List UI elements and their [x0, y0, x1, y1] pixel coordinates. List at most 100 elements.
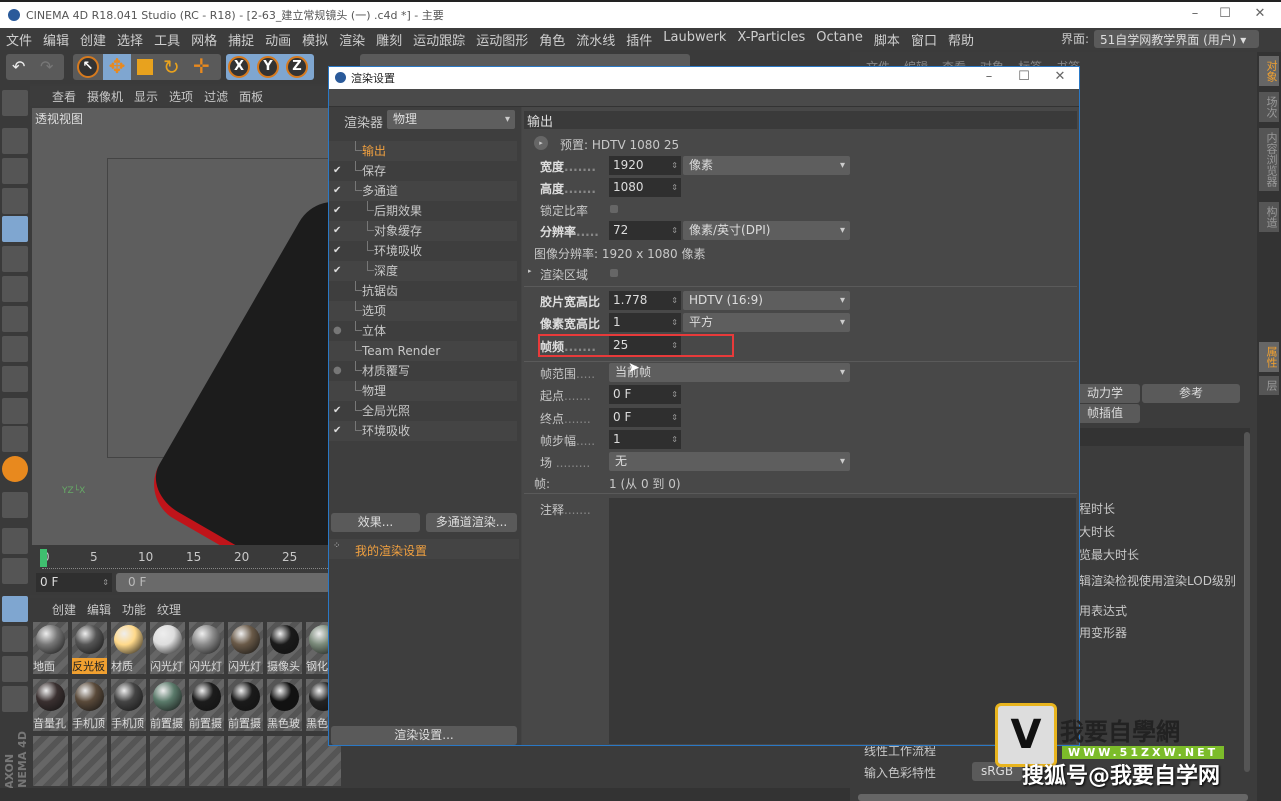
pixel-aspect-select[interactable]: 平方	[683, 313, 850, 332]
material-swatch[interactable]: 前置摄	[189, 679, 224, 731]
tree-item[interactable]: ✔ 全局光照	[329, 401, 517, 421]
material-object-icon[interactable]	[2, 656, 28, 682]
tab-frame-interpolation[interactable]: 帧插值	[1070, 404, 1140, 423]
tree-item[interactable]: ✔ 对象缓存	[329, 221, 517, 241]
menu-item[interactable]: 角色	[539, 30, 565, 49]
menu-item[interactable]: 文件	[6, 30, 32, 49]
axis-icon[interactable]	[2, 398, 28, 424]
material-menu-item[interactable]: 纹理	[157, 601, 181, 618]
polygons-mode-icon[interactable]	[2, 306, 28, 332]
snap-icon[interactable]	[2, 456, 28, 482]
texture-mode-icon[interactable]	[2, 158, 28, 184]
material-swatch[interactable]	[267, 736, 302, 786]
material-swatch[interactable]: 手机顶	[72, 679, 107, 731]
tree-item[interactable]: ✔ 环境吸收	[329, 421, 517, 441]
timeline[interactable]: 0510152025 0 F 0 F	[30, 545, 330, 595]
checkbox-empty[interactable]	[333, 306, 343, 316]
box-icon[interactable]	[2, 366, 28, 392]
current-frame-field[interactable]: 0 F	[36, 573, 112, 592]
cube-icon[interactable]	[2, 336, 28, 362]
menu-item[interactable]: 创建	[80, 30, 106, 49]
material-swatch[interactable]: 材质	[111, 622, 146, 674]
checkbox-empty[interactable]	[333, 346, 343, 356]
menu-item[interactable]: 渲染	[339, 30, 365, 49]
undo-icon[interactable]: ↶	[12, 57, 25, 76]
menu-item[interactable]: Octane	[816, 30, 863, 49]
film-aspect-field[interactable]: 1.778	[609, 291, 681, 310]
material-swatch[interactable]	[189, 736, 224, 786]
resolution-unit-select[interactable]: 像素/英寸(DPI)	[683, 221, 850, 240]
dialog-close-button[interactable]: ✕	[1045, 69, 1075, 84]
material-swatch[interactable]: 闪光灯	[150, 622, 185, 674]
tree-item[interactable]: ✔ 深度	[329, 261, 517, 281]
tab-dynamics[interactable]: 动力学	[1070, 384, 1140, 403]
menu-item[interactable]: 帮助	[948, 30, 974, 49]
material-swatch[interactable]: 闪光灯	[228, 622, 263, 674]
checkbox-icon[interactable]: ✔	[333, 166, 343, 176]
material-swatch[interactable]: 前置摄	[150, 679, 185, 731]
tree-item[interactable]: 物理	[329, 381, 517, 401]
checkbox-empty[interactable]	[333, 286, 343, 296]
live-select-icon[interactable]	[2, 188, 28, 214]
material-menu-item[interactable]: 创建	[52, 601, 76, 618]
menu-item[interactable]: 选择	[117, 30, 143, 49]
menu-item[interactable]: 运动图形	[476, 30, 528, 49]
rotate-tool-icon[interactable]: ↻	[163, 55, 180, 79]
menu-item[interactable]: Laubwerk	[663, 30, 726, 49]
material-menu-item[interactable]: 功能	[122, 601, 146, 618]
start-frame-field[interactable]: 0 F	[609, 385, 681, 404]
tree-item[interactable]: ● 材质覆写	[329, 361, 517, 381]
fps-field[interactable]: 25	[609, 336, 681, 355]
material-add-icon[interactable]	[2, 626, 28, 652]
preset-item[interactable]: ⁘ 我的渲染设置	[329, 539, 519, 559]
material-swatch[interactable]: 摄像头	[267, 622, 302, 674]
vertical-scrollbar[interactable]	[1244, 432, 1250, 772]
tree-item[interactable]: Team Render	[329, 341, 517, 361]
material-camera-icon[interactable]	[2, 686, 28, 712]
render-region-checkbox[interactable]	[610, 269, 618, 277]
material-swatch[interactable]	[72, 736, 107, 786]
material-swatch[interactable]: 手机顶	[111, 679, 146, 731]
menu-item[interactable]: 插件	[626, 30, 652, 49]
select-tool-icon[interactable]: ↖	[77, 56, 99, 78]
lock-ratio-checkbox[interactable]	[610, 205, 618, 213]
frame-range-select[interactable]: 当前帧	[609, 363, 850, 382]
pixel-aspect-field[interactable]: 1	[609, 313, 681, 332]
checkbox-icon[interactable]: ●	[333, 326, 343, 336]
checkbox-icon[interactable]: ✔	[333, 226, 343, 236]
width-field[interactable]: 1920	[609, 156, 681, 175]
tree-item[interactable]: 输出	[329, 141, 517, 161]
material-swatch[interactable]: 闪光灯	[189, 622, 224, 674]
end-frame-field[interactable]: 0 F	[609, 408, 681, 427]
film-aspect-select[interactable]: HDTV (16:9)	[683, 291, 850, 310]
renderer-select[interactable]: 物理	[387, 110, 515, 129]
side-tab[interactable]: 层	[1259, 376, 1279, 395]
viewport-menu-item[interactable]: 选项	[169, 88, 193, 105]
checkbox-icon[interactable]: ✔	[333, 186, 343, 196]
tree-item[interactable]: 选项	[329, 301, 517, 321]
expand-icon[interactable]: ▸	[528, 267, 532, 275]
menu-item[interactable]: 运动跟踪	[413, 30, 465, 49]
material-swatch[interactable]: 地面	[33, 622, 68, 674]
x-axis-icon[interactable]: X	[228, 56, 250, 78]
field-select[interactable]: 无	[609, 452, 850, 471]
last-tool-icon[interactable]: ✛	[193, 54, 210, 78]
side-tab[interactable]: 场次	[1259, 92, 1279, 122]
playhead[interactable]	[40, 549, 47, 567]
dialog-maximize-button[interactable]: ☐	[1009, 69, 1039, 84]
tree-item[interactable]: ✔ 保存	[329, 161, 517, 181]
tree-item[interactable]: ✔ 环境吸收	[329, 241, 517, 261]
material-swatch[interactable]	[150, 736, 185, 786]
viewport-menu-item[interactable]: 摄像机	[87, 88, 123, 105]
menu-item[interactable]: 动画	[265, 30, 291, 49]
material-swatch[interactable]	[111, 736, 146, 786]
size-unit-select[interactable]: 像素	[683, 156, 850, 175]
material-menu-item[interactable]: 编辑	[87, 601, 111, 618]
perspective-viewport[interactable]: 透视视图 YZ└X	[32, 108, 330, 545]
side-tab[interactable]: 构造	[1259, 202, 1279, 232]
grid-lock-icon[interactable]	[2, 528, 28, 554]
checkbox-icon[interactable]: ✔	[333, 206, 343, 216]
menu-item[interactable]: 模拟	[302, 30, 328, 49]
material-swatch[interactable]	[228, 736, 263, 786]
render-settings-button[interactable]: 渲染设置...	[331, 726, 517, 745]
